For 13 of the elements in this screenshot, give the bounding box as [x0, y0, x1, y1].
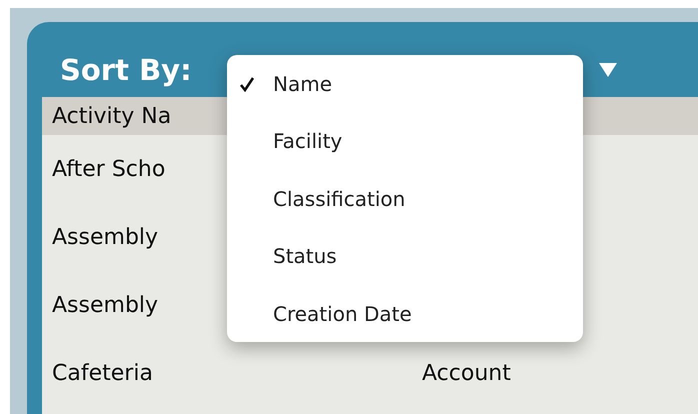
- table-cell: After Scho: [52, 156, 166, 182]
- table-cell: Account: [422, 360, 511, 386]
- menu-item[interactable]: Facility: [227, 112, 583, 170]
- menu-item[interactable]: Name: [227, 55, 583, 112]
- table-cell: Assembly: [52, 292, 158, 318]
- sort-by-label: Sort By:: [60, 52, 192, 86]
- table-cell: Assembly: [52, 224, 158, 250]
- dropdown-triangle-icon[interactable]: [598, 62, 618, 78]
- table-cell: Cafeteria: [52, 360, 153, 386]
- menu-item[interactable]: Status: [227, 228, 583, 285]
- menu-item[interactable]: Classification: [227, 170, 583, 228]
- column-header[interactable]: Activity Na: [52, 104, 172, 128]
- menu-item[interactable]: Creation Date: [227, 285, 583, 342]
